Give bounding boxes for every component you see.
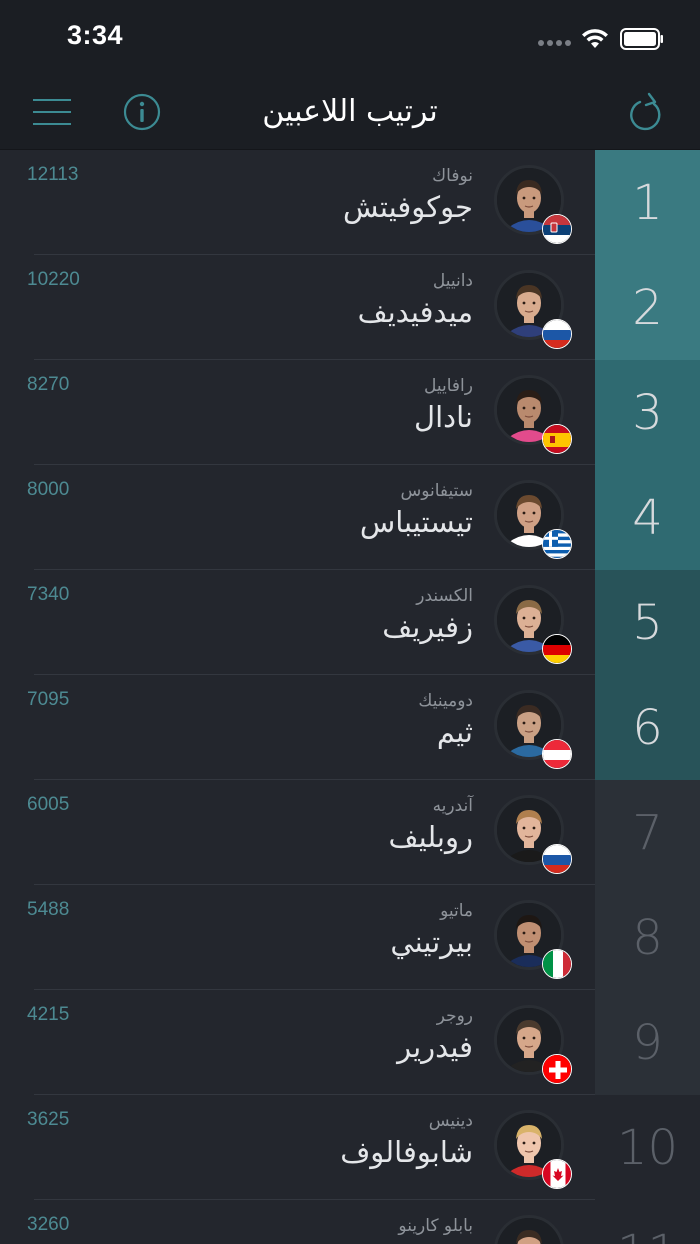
player-row[interactable]: 8000 ستيفانوس تيستيباس 4 <box>0 465 700 571</box>
player-rank: 2 <box>595 255 700 361</box>
player-first-name: روجر <box>436 1006 473 1026</box>
player-points: 4215 <box>27 1004 70 1025</box>
player-first-name: دانييل <box>432 271 473 291</box>
player-points: 5488 <box>27 899 70 920</box>
player-row[interactable]: 7095 دومينيك ثيم 6 <box>0 675 700 781</box>
navigation-bar: ترتيب اللاعبين <box>0 76 700 150</box>
player-first-name: ستيفانوس <box>400 481 473 501</box>
player-first-name: ماتيو <box>440 901 473 921</box>
player-row[interactable]: 7340 الكسندر زفيريف 5 <box>0 570 700 676</box>
player-rank: 3 <box>595 360 700 466</box>
player-first-name: دومينيك <box>418 691 473 711</box>
player-first-name: الكسندر <box>416 586 473 606</box>
player-first-name: رافاييل <box>424 376 473 396</box>
player-last-name: روبليف <box>388 820 473 854</box>
player-points: 8000 <box>27 479 70 500</box>
austria-flag-icon <box>542 739 572 769</box>
canada-flag-icon <box>542 1159 572 1189</box>
player-row[interactable]: 4215 روجر فيدرير 9 <box>0 990 700 1095</box>
player-row[interactable]: 10220 دانييل ميدفيديف 2 <box>0 255 700 361</box>
player-rank: 11 <box>595 1200 700 1244</box>
player-rank: 4 <box>595 465 700 571</box>
switzerland-flag-icon <box>542 1054 572 1084</box>
greece-flag-icon <box>542 529 572 559</box>
russia-flag-icon <box>542 844 572 874</box>
player-last-name: زفيريف <box>382 610 473 644</box>
player-last-name: ميدفيديف <box>357 295 473 329</box>
player-first-name: دينيس <box>428 1111 473 1131</box>
player-rank: 10 <box>616 1119 679 1176</box>
player-last-name: تيستيباس <box>359 505 473 539</box>
player-rank: 5 <box>595 570 700 676</box>
player-row[interactable]: 8270 رافاييل نادال 3 <box>0 360 700 466</box>
player-row[interactable]: 6005 آندريه روبليف 7 <box>0 780 700 885</box>
player-rank: 8 <box>595 885 700 990</box>
player-rank: 6 <box>595 675 700 781</box>
player-last-name: شابوفالوف <box>340 1135 473 1169</box>
player-points: 12113 <box>27 164 79 185</box>
player-row[interactable]: 12113 نوفاك جوكوفيتش 1 <box>0 150 700 256</box>
player-last-name: جوكوفيتش <box>342 190 473 224</box>
player-row[interactable]: 3260 بابلو كارينو 11 <box>0 1200 700 1244</box>
status-bar: 3:34 <box>0 0 700 76</box>
player-avatar <box>494 1215 564 1244</box>
player-rank: 1 <box>595 150 700 256</box>
player-first-name: بابلو كارينو <box>398 1216 473 1236</box>
player-points: 7340 <box>27 584 70 605</box>
player-rank: 7 <box>595 780 700 885</box>
rankings-list: 12113 نوفاك جوكوفيتش 1 10220 دانييل ميدفيديف 2 8… <box>0 150 700 1244</box>
player-rank: 9 <box>595 990 700 1095</box>
player-row[interactable]: 5488 ماتيو بيرتيني 8 <box>0 885 700 990</box>
page-title: ترتيب اللاعبين <box>262 94 438 129</box>
refresh-icon[interactable] <box>628 91 666 133</box>
russia-flag-icon <box>542 319 572 349</box>
serbia-flag-icon <box>542 214 572 244</box>
player-first-name: آندريه <box>432 796 473 816</box>
player-points: 8270 <box>27 374 70 395</box>
player-points: 3260 <box>27 1214 70 1235</box>
player-points: 6005 <box>27 794 70 815</box>
italy-flag-icon <box>542 949 572 979</box>
wifi-icon <box>582 29 608 48</box>
player-last-name: فيدرير <box>397 1030 473 1064</box>
player-last-name: بيرتيني <box>390 925 473 959</box>
hamburger-menu-icon[interactable] <box>33 98 73 126</box>
player-first-name: نوفاك <box>432 166 473 186</box>
spain-flag-icon <box>542 424 572 454</box>
player-last-name: ثيم <box>436 715 473 749</box>
player-last-name: نادال <box>414 400 473 434</box>
player-row[interactable]: 3625 دينيس شابوفالوف 10 <box>0 1095 700 1200</box>
player-points: 3625 <box>27 1109 70 1130</box>
status-time: 3:34 <box>67 20 124 50</box>
player-points: 7095 <box>27 689 70 710</box>
germany-flag-icon <box>542 634 572 664</box>
battery-icon <box>620 28 663 50</box>
app-screen: 3:34 ترتيب اللاعبين 12113 نوفاك جوكوفيتش… <box>0 0 700 1244</box>
player-points: 10220 <box>27 269 80 290</box>
cellular-signal-icon <box>538 40 572 48</box>
